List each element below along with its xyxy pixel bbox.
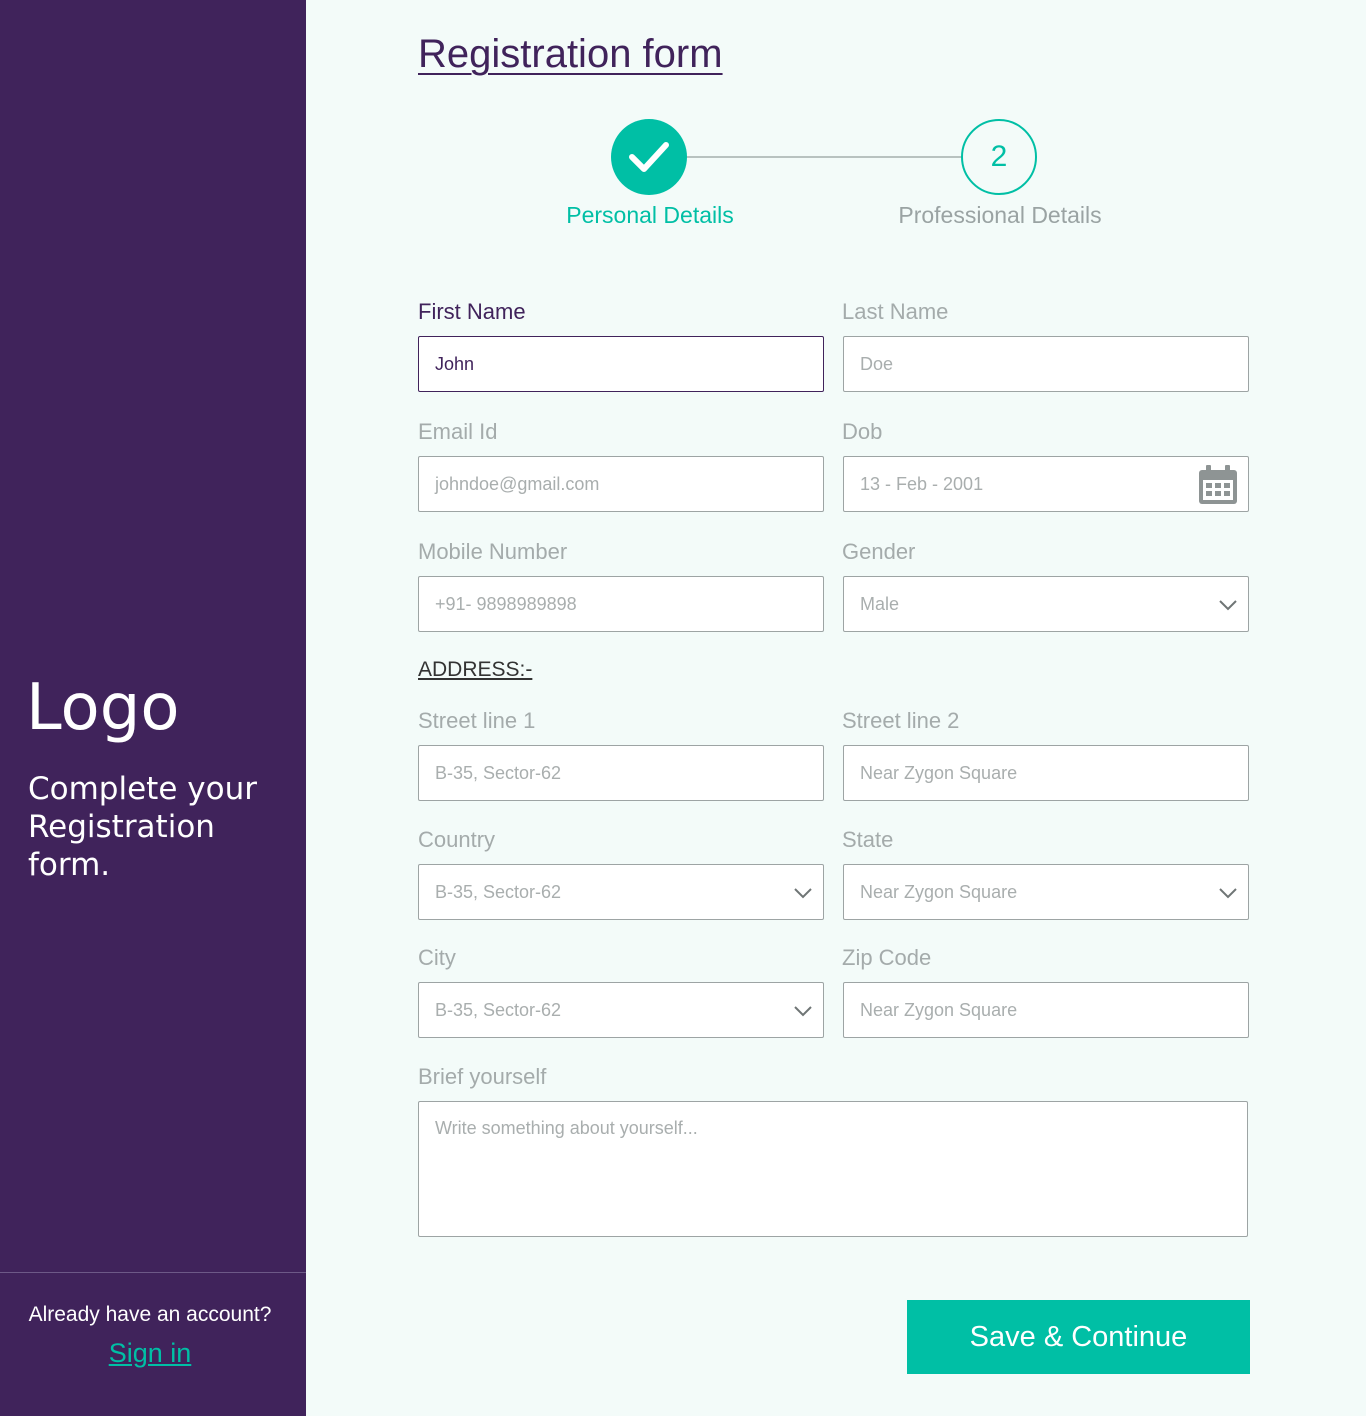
street2-placeholder: Near Zygon Square (860, 762, 1018, 783)
city-select[interactable]: B-35, Sector-62 (418, 982, 824, 1038)
chevron-down-icon (1219, 600, 1237, 611)
mobile-placeholder: +91- 9898989898 (435, 593, 577, 614)
gender-label: Gender (842, 539, 916, 564)
sidebar-divider (0, 1272, 306, 1273)
brief-label: Brief yourself (418, 1064, 547, 1089)
dob-label: Dob (842, 419, 883, 444)
sidebar-tagline: Complete your Registration form. (28, 770, 298, 884)
country-value: B-35, Sector-62 (435, 881, 562, 902)
brief-textarea[interactable]: Write something about yourself... (418, 1101, 1248, 1237)
chevron-down-icon (794, 1006, 812, 1017)
stepper-connector (686, 156, 962, 158)
last-name-input[interactable]: Doe (843, 336, 1249, 392)
city-value: B-35, Sector-62 (435, 999, 562, 1020)
first-name-label: First Name (418, 299, 526, 324)
sidebar: Logo Complete your Registration form. Al… (0, 0, 306, 1416)
tagline-line-2: Registration form. (28, 809, 215, 883)
brief-placeholder: Write something about yourself... (435, 1118, 698, 1138)
zip-placeholder: Near Zygon Square (860, 999, 1018, 1020)
state-value: Near Zygon Square (860, 881, 1018, 902)
gender-value: Male (860, 593, 900, 614)
step-2-circle: 2 (961, 119, 1037, 195)
mobile-input[interactable]: +91- 9898989898 (418, 576, 824, 632)
street1-placeholder: B-35, Sector-62 (435, 762, 562, 783)
step-2-label: Professional Details (898, 202, 1102, 228)
city-label: City (418, 945, 456, 970)
last-name-label: Last Name (842, 299, 949, 324)
dob-placeholder: 13 - Feb - 2001 (860, 473, 984, 494)
mobile-label: Mobile Number (418, 539, 568, 564)
page-title: Registration form (418, 32, 723, 76)
checkmark-icon (629, 142, 669, 172)
country-label: Country (418, 827, 496, 852)
step-1-circle (611, 119, 687, 195)
logo: Logo (26, 671, 180, 745)
state-select[interactable]: Near Zygon Square (843, 864, 1249, 920)
dob-input[interactable]: 13 - Feb - 2001 (843, 456, 1249, 512)
first-name-input[interactable]: John (418, 336, 824, 392)
street2-label: Street line 2 (842, 708, 960, 733)
zip-label: Zip Code (842, 945, 932, 970)
step-1-label: Personal Details (566, 202, 734, 228)
save-continue-button[interactable]: Save & Continue (907, 1300, 1250, 1374)
street1-label: Street line 1 (418, 708, 536, 733)
sign-in-link[interactable]: Sign in (0, 1338, 300, 1369)
first-name-value: John (435, 353, 475, 374)
zip-input[interactable]: Near Zygon Square (843, 982, 1249, 1038)
state-label: State (842, 827, 894, 852)
last-name-placeholder: Doe (860, 353, 894, 374)
gender-select[interactable]: Male (843, 576, 1249, 632)
email-input[interactable]: johndoe@gmail.com (418, 456, 824, 512)
street1-input[interactable]: B-35, Sector-62 (418, 745, 824, 801)
tagline-line-1: Complete your (28, 771, 257, 807)
email-label: Email Id (418, 419, 498, 444)
country-select[interactable]: B-35, Sector-62 (418, 864, 824, 920)
email-placeholder: johndoe@gmail.com (435, 473, 600, 494)
chevron-down-icon (1219, 888, 1237, 899)
address-heading: ADDRESS:- (418, 658, 533, 681)
chevron-down-icon (794, 888, 812, 899)
calendar-icon[interactable] (1197, 464, 1239, 506)
street2-input[interactable]: Near Zygon Square (843, 745, 1249, 801)
already-have-account-text: Already have an account? (28, 1303, 272, 1326)
